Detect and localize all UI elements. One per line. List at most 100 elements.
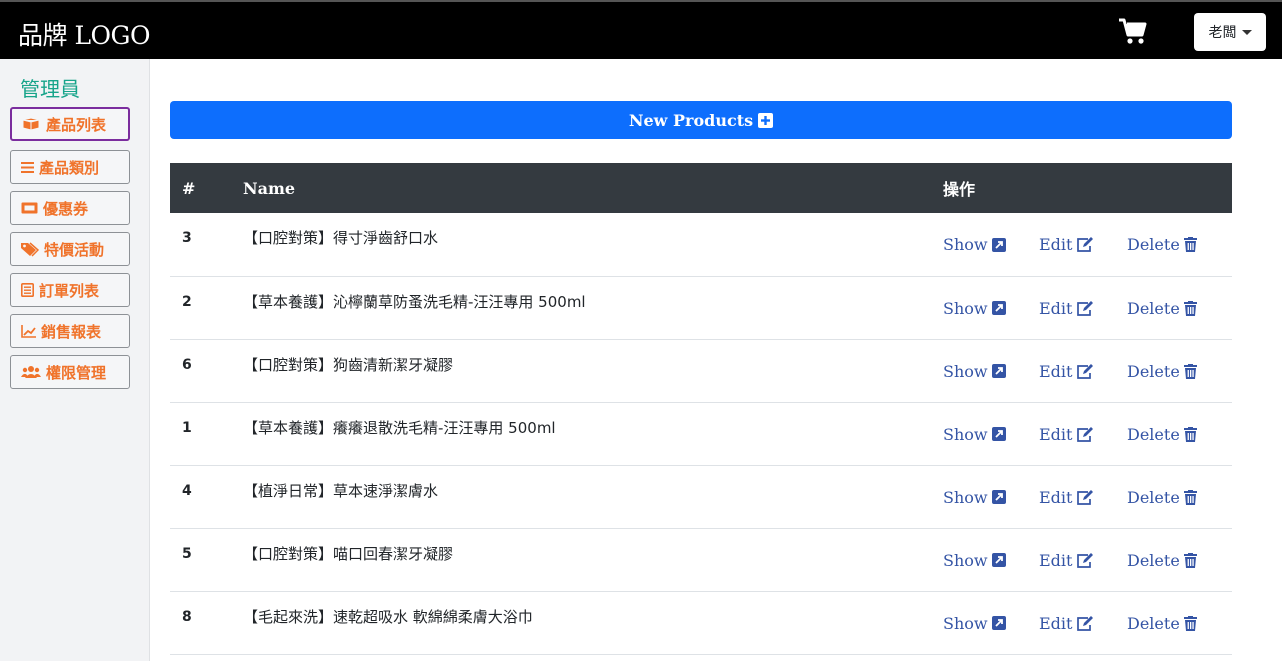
brand-logo[interactable]: 品牌 LOGO <box>18 16 151 52</box>
edit-label: Edit <box>1039 613 1073 633</box>
delete-link[interactable]: Delete <box>1127 488 1197 507</box>
row-actions: Show Edit Delete <box>931 402 1232 465</box>
row-name: 【草本養護】癢癢退散洗毛精-汪汪專用 500ml <box>243 418 556 437</box>
trash-icon <box>1183 615 1197 631</box>
sidebar-item-product-list[interactable]: 產品列表 <box>10 107 130 141</box>
external-link-icon <box>991 553 1006 567</box>
sidebar-item-product-category[interactable]: 產品類別 <box>10 150 130 184</box>
show-link[interactable]: Show <box>943 551 1039 570</box>
delete-label: Delete <box>1127 298 1180 318</box>
show-label: Show <box>943 298 988 318</box>
top-navbar: 品牌 LOGO 老闆 <box>0 0 1282 59</box>
delete-link[interactable]: Delete <box>1127 614 1197 633</box>
delete-link[interactable]: Delete <box>1127 299 1197 318</box>
sidebar-item-label: 權限管理 <box>46 363 107 382</box>
delete-label: Delete <box>1127 235 1180 254</box>
row-id: 2 <box>182 293 192 310</box>
edit-link[interactable]: Edit <box>1039 235 1127 254</box>
user-dropdown-label: 老闆 <box>1208 25 1237 41</box>
delete-label: Delete <box>1127 550 1180 570</box>
edit-link[interactable]: Edit <box>1039 362 1127 381</box>
delete-link[interactable]: Delete <box>1127 362 1197 381</box>
row-name: 【毛起來洗】速乾超吸水 軟綿綿柔膚大浴巾 <box>243 607 533 626</box>
row-actions: Show Edit Delete <box>931 465 1232 528</box>
sidebar-item-permissions[interactable]: 權限管理 <box>10 355 130 389</box>
sidebar: 管理員 產品列表 產品類別 優惠券 特價活動 訂單列表 銷售報表 權限管理 <box>0 59 150 661</box>
edit-label: Edit <box>1039 235 1073 254</box>
ticket-icon <box>21 202 38 214</box>
sidebar-item-label: 產品列表 <box>46 115 107 134</box>
trash-icon <box>1183 237 1197 252</box>
row-actions: Show Edit Delete <box>931 591 1232 654</box>
show-link[interactable]: Show <box>943 614 1039 633</box>
sidebar-item-label: 銷售報表 <box>41 322 102 341</box>
show-link[interactable]: Show <box>943 235 1039 254</box>
trash-icon <box>1183 363 1197 379</box>
trash-icon <box>1183 552 1197 568</box>
sidebar-item-label: 產品類別 <box>39 158 100 177</box>
delete-link[interactable]: Delete <box>1127 551 1197 570</box>
show-link[interactable]: Show <box>943 488 1039 507</box>
plus-square-icon <box>758 112 774 128</box>
edit-link[interactable]: Edit <box>1039 299 1127 318</box>
main-content: New Products # Name 操作 3 【口腔對策】得寸淨齒舒口水 S… <box>170 101 1232 654</box>
show-link[interactable]: Show <box>943 299 1039 318</box>
sidebar-item-coupon[interactable]: 優惠券 <box>10 191 130 225</box>
edit-link[interactable]: Edit <box>1039 614 1127 633</box>
row-name: 【口腔對策】喵口回春潔牙凝膠 <box>243 544 454 563</box>
external-link-icon <box>991 301 1006 315</box>
sidebar-item-sales-report[interactable]: 銷售報表 <box>10 314 130 348</box>
trash-icon <box>1183 300 1197 316</box>
show-label: Show <box>943 361 988 381</box>
sidebar-item-label: 優惠券 <box>43 199 89 218</box>
cart-icon[interactable] <box>1118 17 1148 45</box>
edit-link[interactable]: Edit <box>1039 488 1127 507</box>
row-id: 5 <box>182 545 192 562</box>
row-id: 6 <box>182 356 192 373</box>
table-row: 5 【口腔對策】喵口回春潔牙凝膠 Show Edit Delete <box>170 528 1232 591</box>
row-actions: Show Edit Delete <box>931 528 1232 591</box>
row-name: 【草本養護】沁檸蘭草防蚤洗毛精-汪汪專用 500ml <box>243 292 586 311</box>
row-id: 3 <box>182 230 192 246</box>
delete-link[interactable]: Delete <box>1127 235 1197 254</box>
chart-icon <box>21 324 36 338</box>
sidebar-item-order-list[interactable]: 訂單列表 <box>10 273 130 307</box>
sidebar-item-promotion[interactable]: 特價活動 <box>10 232 130 266</box>
delete-label: Delete <box>1127 424 1180 444</box>
users-icon <box>21 366 41 378</box>
external-link-icon <box>991 490 1006 504</box>
row-name: 【植淨日常】草本速淨潔膚水 <box>243 481 439 500</box>
table-row: 4 【植淨日常】草本速淨潔膚水 Show Edit Delete <box>170 465 1232 528</box>
show-link[interactable]: Show <box>943 362 1039 381</box>
new-products-label: New Products <box>628 110 754 130</box>
external-link-icon <box>991 616 1006 630</box>
edit-link[interactable]: Edit <box>1039 425 1127 444</box>
sidebar-item-label: 特價活動 <box>44 240 105 259</box>
row-name: 【口腔對策】得寸淨齒舒口水 <box>243 229 439 247</box>
external-link-icon <box>991 427 1006 441</box>
chevron-down-icon <box>1241 29 1252 35</box>
table-header-row: # Name 操作 <box>170 163 1232 213</box>
edit-link[interactable]: Edit <box>1039 551 1127 570</box>
trash-icon <box>1183 489 1197 505</box>
edit-icon <box>1077 552 1094 568</box>
show-label: Show <box>943 550 988 570</box>
external-link-icon <box>991 364 1006 378</box>
row-actions: Show Edit Delete <box>931 213 1232 276</box>
table-row: 3 【口腔對策】得寸淨齒舒口水 Show Edit Delete <box>170 213 1232 276</box>
sidebar-item-label: 訂單列表 <box>39 281 100 300</box>
user-dropdown[interactable]: 老闆 <box>1194 13 1266 51</box>
show-label: Show <box>943 235 988 254</box>
row-id: 8 <box>182 608 192 625</box>
edit-icon <box>1077 489 1094 505</box>
edit-icon <box>1077 300 1094 316</box>
external-link-icon <box>991 237 1006 252</box>
row-id: 1 <box>182 419 192 436</box>
products-table: # Name 操作 3 【口腔對策】得寸淨齒舒口水 Show Edit Dele… <box>170 163 1232 655</box>
show-link[interactable]: Show <box>943 425 1039 444</box>
delete-link[interactable]: Delete <box>1127 425 1197 444</box>
tags-icon <box>21 241 39 257</box>
new-products-button[interactable]: New Products <box>170 101 1232 139</box>
column-header-name: Name <box>243 178 296 198</box>
edit-icon <box>1077 615 1094 631</box>
